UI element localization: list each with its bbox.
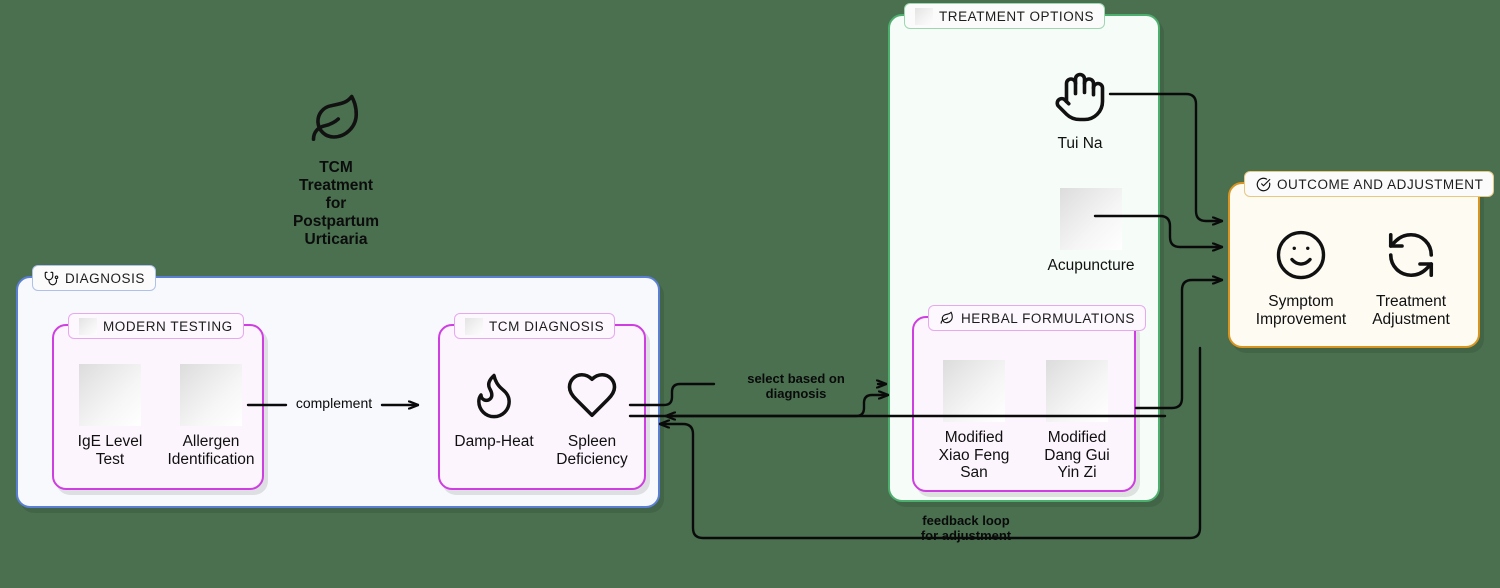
- node-treatment-adjustment-label: Treatment Adjustment: [1372, 293, 1450, 328]
- node-allergen-identification-label: Allergen Identification: [167, 433, 255, 468]
- diagram-title: TCM Treatment for Postpartum Urticaria: [256, 92, 416, 249]
- group-outcome-and-adjustment-label: OUTCOME AND ADJUSTMENT: [1244, 171, 1495, 197]
- leaf-icon: [939, 310, 955, 326]
- group-outcome-and-adjustment[interactable]: OUTCOME AND ADJUSTMENT Symptom Improveme…: [1228, 171, 1495, 348]
- group-treatment-options-label-text: TREATMENT OPTIONS: [939, 8, 1095, 24]
- node-tui-na-label: Tui Na: [1057, 135, 1103, 152]
- leaf-icon: [309, 92, 363, 151]
- group-tcm-diagnosis-label: TCM DIAGNOSIS: [454, 313, 616, 339]
- edge-label-feedback-loop: feedback loop for adjustment: [920, 513, 1012, 543]
- stethoscope-icon: [43, 270, 59, 286]
- group-tcm-diagnosis-label-text: TCM DIAGNOSIS: [489, 318, 605, 334]
- node-ige-level-test-label: IgE Level Test: [77, 433, 143, 468]
- blank-placeholder-icon: [79, 317, 97, 335]
- node-damp-heat[interactable]: Damp-Heat: [448, 364, 540, 451]
- flame-icon: [468, 364, 520, 426]
- blank-placeholder-icon: [943, 360, 1005, 422]
- refresh-cycle-icon: [1384, 224, 1438, 286]
- group-treatment-options-label: TREATMENT OPTIONS: [904, 3, 1106, 29]
- blank-placeholder-icon: [915, 7, 933, 25]
- group-tcm-diagnosis[interactable]: TCM DIAGNOSIS Damp-Heat Spleen Deficienc…: [438, 313, 646, 490]
- node-modified-dang-gui-yin-zi-label: Modified Dang Gui Yin Zi: [1044, 429, 1110, 481]
- node-spleen-deficiency[interactable]: Spleen Deficiency: [544, 364, 640, 468]
- group-modern-testing-label: MODERN TESTING: [68, 313, 244, 339]
- node-acupuncture-label: Acupuncture: [1047, 257, 1135, 274]
- diagram-canvas: TCM Treatment for Postpartum Urticaria D…: [0, 0, 1500, 588]
- group-modern-testing-label-text: MODERN TESTING: [103, 318, 233, 334]
- node-symptom-improvement[interactable]: Symptom Improvement: [1246, 224, 1356, 328]
- node-acupuncture[interactable]: Acupuncture: [1036, 188, 1146, 275]
- group-outcome-and-adjustment-label-text: OUTCOME AND ADJUSTMENT: [1277, 176, 1484, 192]
- node-damp-heat-label: Damp-Heat: [454, 433, 534, 450]
- node-tui-na[interactable]: Tui Na: [1036, 66, 1124, 153]
- node-modified-xiao-feng-san[interactable]: Modified Xiao Feng San: [926, 360, 1022, 482]
- group-diagnosis-label: DIAGNOSIS: [32, 265, 156, 291]
- group-treatment-options[interactable]: TREATMENT OPTIONS Tui Na Acupuncture HER…: [888, 3, 1160, 502]
- group-herbal-formulations[interactable]: HERBAL FORMULATIONS Modified Xiao Feng S…: [912, 305, 1146, 492]
- hand-icon: [1053, 66, 1107, 128]
- check-circle-icon: [1255, 176, 1271, 192]
- node-symptom-improvement-label: Symptom Improvement: [1255, 293, 1347, 328]
- group-diagnosis[interactable]: DIAGNOSIS MODERN TESTING IgE Level Test …: [16, 265, 660, 508]
- group-modern-testing[interactable]: MODERN TESTING IgE Level Test Allergen I…: [52, 313, 264, 490]
- blank-placeholder-icon: [1060, 188, 1122, 250]
- group-herbal-formulations-label-text: HERBAL FORMULATIONS: [961, 310, 1135, 326]
- diagram-title-text: TCM Treatment for Postpartum Urticaria: [292, 159, 380, 248]
- edge-label-complement: complement: [295, 395, 373, 411]
- blank-placeholder-icon: [180, 364, 242, 426]
- group-diagnosis-label-text: DIAGNOSIS: [65, 270, 145, 286]
- node-spleen-deficiency-label: Spleen Deficiency: [556, 433, 628, 468]
- node-modified-xiao-feng-san-label: Modified Xiao Feng San: [938, 429, 1010, 481]
- blank-placeholder-icon: [465, 317, 483, 335]
- node-treatment-adjustment[interactable]: Treatment Adjustment: [1358, 224, 1464, 328]
- node-ige-level-test[interactable]: IgE Level Test: [64, 364, 156, 468]
- blank-placeholder-icon: [79, 364, 141, 426]
- heart-icon: [565, 364, 619, 426]
- group-herbal-formulations-label: HERBAL FORMULATIONS: [928, 305, 1146, 331]
- smiley-face-icon: [1274, 224, 1328, 286]
- edge-label-select-based-on-diagnosis: select based on diagnosis: [747, 371, 845, 401]
- node-modified-dang-gui-yin-zi[interactable]: Modified Dang Gui Yin Zi: [1028, 360, 1126, 482]
- blank-placeholder-icon: [1046, 360, 1108, 422]
- node-allergen-identification[interactable]: Allergen Identification: [162, 364, 260, 468]
